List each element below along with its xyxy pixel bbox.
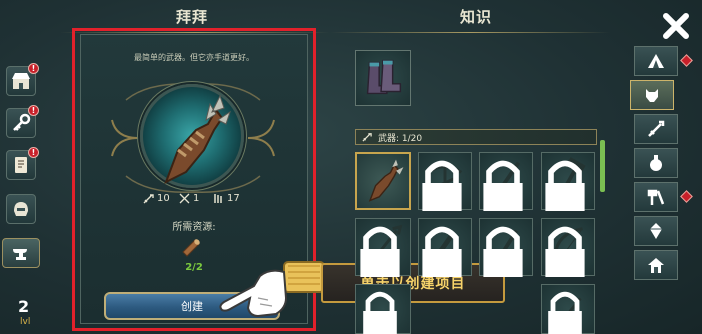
- item-slot-sword[interactable]: [479, 218, 533, 277]
- category-pets[interactable]: [630, 80, 674, 110]
- sidebar-quests-button[interactable]: !: [6, 147, 39, 180]
- sidebar-character-button[interactable]: [6, 194, 36, 224]
- lock-icon: [545, 226, 585, 277]
- stat-speed-value: 1: [193, 193, 200, 204]
- item-slot-locked[interactable]: [541, 284, 595, 334]
- pointer-hand-icon: [219, 261, 325, 318]
- potion-icon: [650, 155, 662, 171]
- item-slot-crossbow[interactable]: [418, 152, 472, 211]
- item-slot-boots[interactable]: [355, 50, 411, 106]
- lock-icon: [545, 160, 585, 211]
- sword-icon: [143, 194, 154, 204]
- sidebar-crafting-button[interactable]: [2, 238, 40, 268]
- knuckle-weapon-icon: [368, 159, 404, 202]
- recipe-title: 拜拜: [176, 8, 209, 26]
- recipe-description: 最简单的武器。但它亦手道更好。: [134, 53, 254, 62]
- knuckle-weapon-icon: [164, 94, 231, 185]
- item-slot-spear[interactable]: [355, 218, 411, 277]
- knowledge-header-divider: [330, 32, 610, 33]
- durability-icon: [214, 194, 222, 203]
- stat-damage: 10: [143, 193, 170, 204]
- anvil-icon: [13, 249, 27, 260]
- category-shelter[interactable]: [634, 46, 693, 76]
- stat-durability: 17: [213, 193, 240, 204]
- sword-icon: [362, 133, 372, 142]
- item-slot-club[interactable]: [418, 218, 472, 277]
- category-weapons[interactable]: [634, 114, 678, 144]
- category-resources[interactable]: [634, 216, 678, 246]
- gem-icon: [650, 223, 662, 239]
- lock-icon: [483, 226, 523, 277]
- category-tools[interactable]: [634, 182, 693, 212]
- item-slot-knuckles[interactable]: [355, 152, 411, 210]
- key-icon: [13, 113, 31, 131]
- lock-icon: [360, 226, 400, 277]
- category-alert-badge: [680, 190, 693, 203]
- item-slot-staff[interactable]: [479, 152, 533, 211]
- notification-badge: !: [28, 105, 39, 116]
- required-resources-label: 所需资源:: [172, 222, 216, 233]
- scroll-icon: [15, 157, 27, 173]
- stat-damage-value: 10: [157, 193, 170, 204]
- item-slot-locked[interactable]: [355, 284, 411, 334]
- crossed-swords-icon: [179, 193, 190, 204]
- animal-icon: [646, 89, 658, 102]
- category-alert-badge: [680, 54, 693, 67]
- house-icon: [648, 258, 664, 273]
- lock-icon: [422, 160, 462, 211]
- sword-icon: [648, 120, 665, 137]
- boots-icon: [366, 59, 402, 95]
- shop-icon: [12, 73, 30, 89]
- sidebar-shop-button[interactable]: !: [6, 63, 39, 96]
- item-slot-bow[interactable]: [541, 218, 595, 277]
- player-level-label: lvl: [20, 317, 31, 327]
- lock-icon: [363, 291, 397, 334]
- category-potions[interactable]: [634, 148, 678, 178]
- close-icon: [663, 13, 689, 39]
- stat-speed: 1: [179, 193, 199, 204]
- item-slot-hammer[interactable]: [541, 152, 595, 211]
- helmet-icon: [14, 202, 28, 216]
- player-level: 2: [18, 297, 30, 316]
- stat-durability-value: 17: [227, 193, 240, 204]
- wood-log-icon: [182, 239, 200, 257]
- notification-badge: !: [28, 63, 39, 74]
- close-button[interactable]: [660, 10, 692, 42]
- tools-icon: [647, 189, 665, 205]
- lock-icon: [483, 160, 523, 211]
- category-buildings[interactable]: [634, 250, 678, 280]
- weapons-count-label: 武器: 1/20: [378, 133, 423, 144]
- notification-badge: !: [28, 147, 39, 158]
- tent-icon: [648, 54, 664, 68]
- sidebar-keys-button[interactable]: !: [6, 105, 39, 138]
- knowledge-scrollbar[interactable]: [600, 140, 605, 192]
- weapons-category-bar: 武器: 1/20: [355, 129, 597, 145]
- lock-icon: [548, 291, 582, 334]
- lock-icon: [422, 226, 462, 277]
- knowledge-title: 知识: [460, 8, 493, 26]
